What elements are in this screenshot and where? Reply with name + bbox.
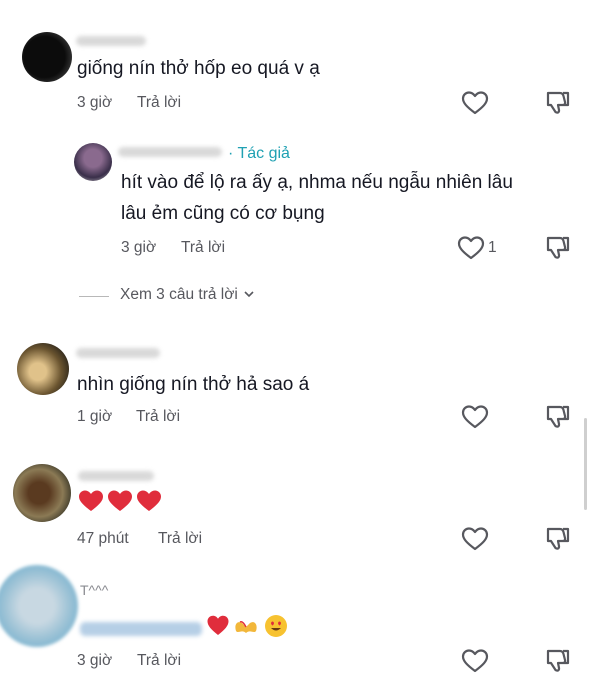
comment-time: 3 giờ [77,94,113,111]
username-blurred[interactable] [78,471,154,481]
comment-emoji-data: ❤️❤️❤️ [0,0,1,1]
hearts-emoji [79,490,161,511]
avatar[interactable] [17,343,69,395]
emoji-row [207,615,287,637]
thumbs-down-icon[interactable] [543,648,571,674]
heart-outline-icon[interactable] [461,526,489,552]
comment-time: 3 giờ [77,652,113,669]
thumbs-down-icon[interactable] [543,404,571,430]
avatar[interactable] [22,32,72,82]
comment-time: 1 giờ [77,408,113,425]
heart-outline-icon[interactable] [461,404,489,430]
username-partial[interactable]: T^^^ [80,582,108,598]
comment-time: 3 giờ [121,239,157,256]
username-blurred[interactable] [76,348,160,358]
username-blurred[interactable] [80,622,202,636]
reply-button[interactable]: Trả lời [137,652,181,670]
heart-outline-icon[interactable] [461,648,489,674]
like-count: 1 [488,239,497,256]
username-blurred[interactable] [76,36,146,46]
comment-emoji-text [206,613,292,644]
reply-button[interactable]: Trả lời [137,94,181,112]
avatar[interactable] [74,143,112,181]
reply-text-line2: lâu ẻm cũng có cơ bụng [121,203,325,224]
author-tag: · Tác giả [228,145,290,162]
comment-text: nhìn giống nín thở hả sao á [77,374,310,395]
avatar[interactable] [0,565,78,647]
view-replies-divider [79,296,109,297]
reply-button[interactable]: Trả lời [136,408,180,426]
chevron-down-icon [243,286,255,304]
comment-time: 47 phút [77,530,129,547]
thumbs-down-icon[interactable] [543,526,571,552]
scrollbar[interactable] [584,418,587,510]
reply-button[interactable]: Trả lời [158,530,202,548]
thumbs-down-icon[interactable] [543,235,571,261]
heart-outline-icon[interactable] [457,235,485,261]
comment-emoji-text [77,488,165,519]
comment-text: giống nín thở hốp eo quá v ạ [77,58,320,79]
username-blurred[interactable] [118,147,222,157]
view-replies-button[interactable]: Xem 3 câu trả lời [120,286,255,304]
thumbs-down-icon[interactable] [543,90,571,116]
avatar[interactable] [13,464,71,522]
view-replies-label: Xem 3 câu trả lời [120,286,238,304]
reply-text-line1: hít vào để lộ ra ấy ạ, nhma nếu ngẫu nhi… [121,172,513,193]
heart-outline-icon[interactable] [461,90,489,116]
reply-button[interactable]: Trả lời [181,239,225,257]
